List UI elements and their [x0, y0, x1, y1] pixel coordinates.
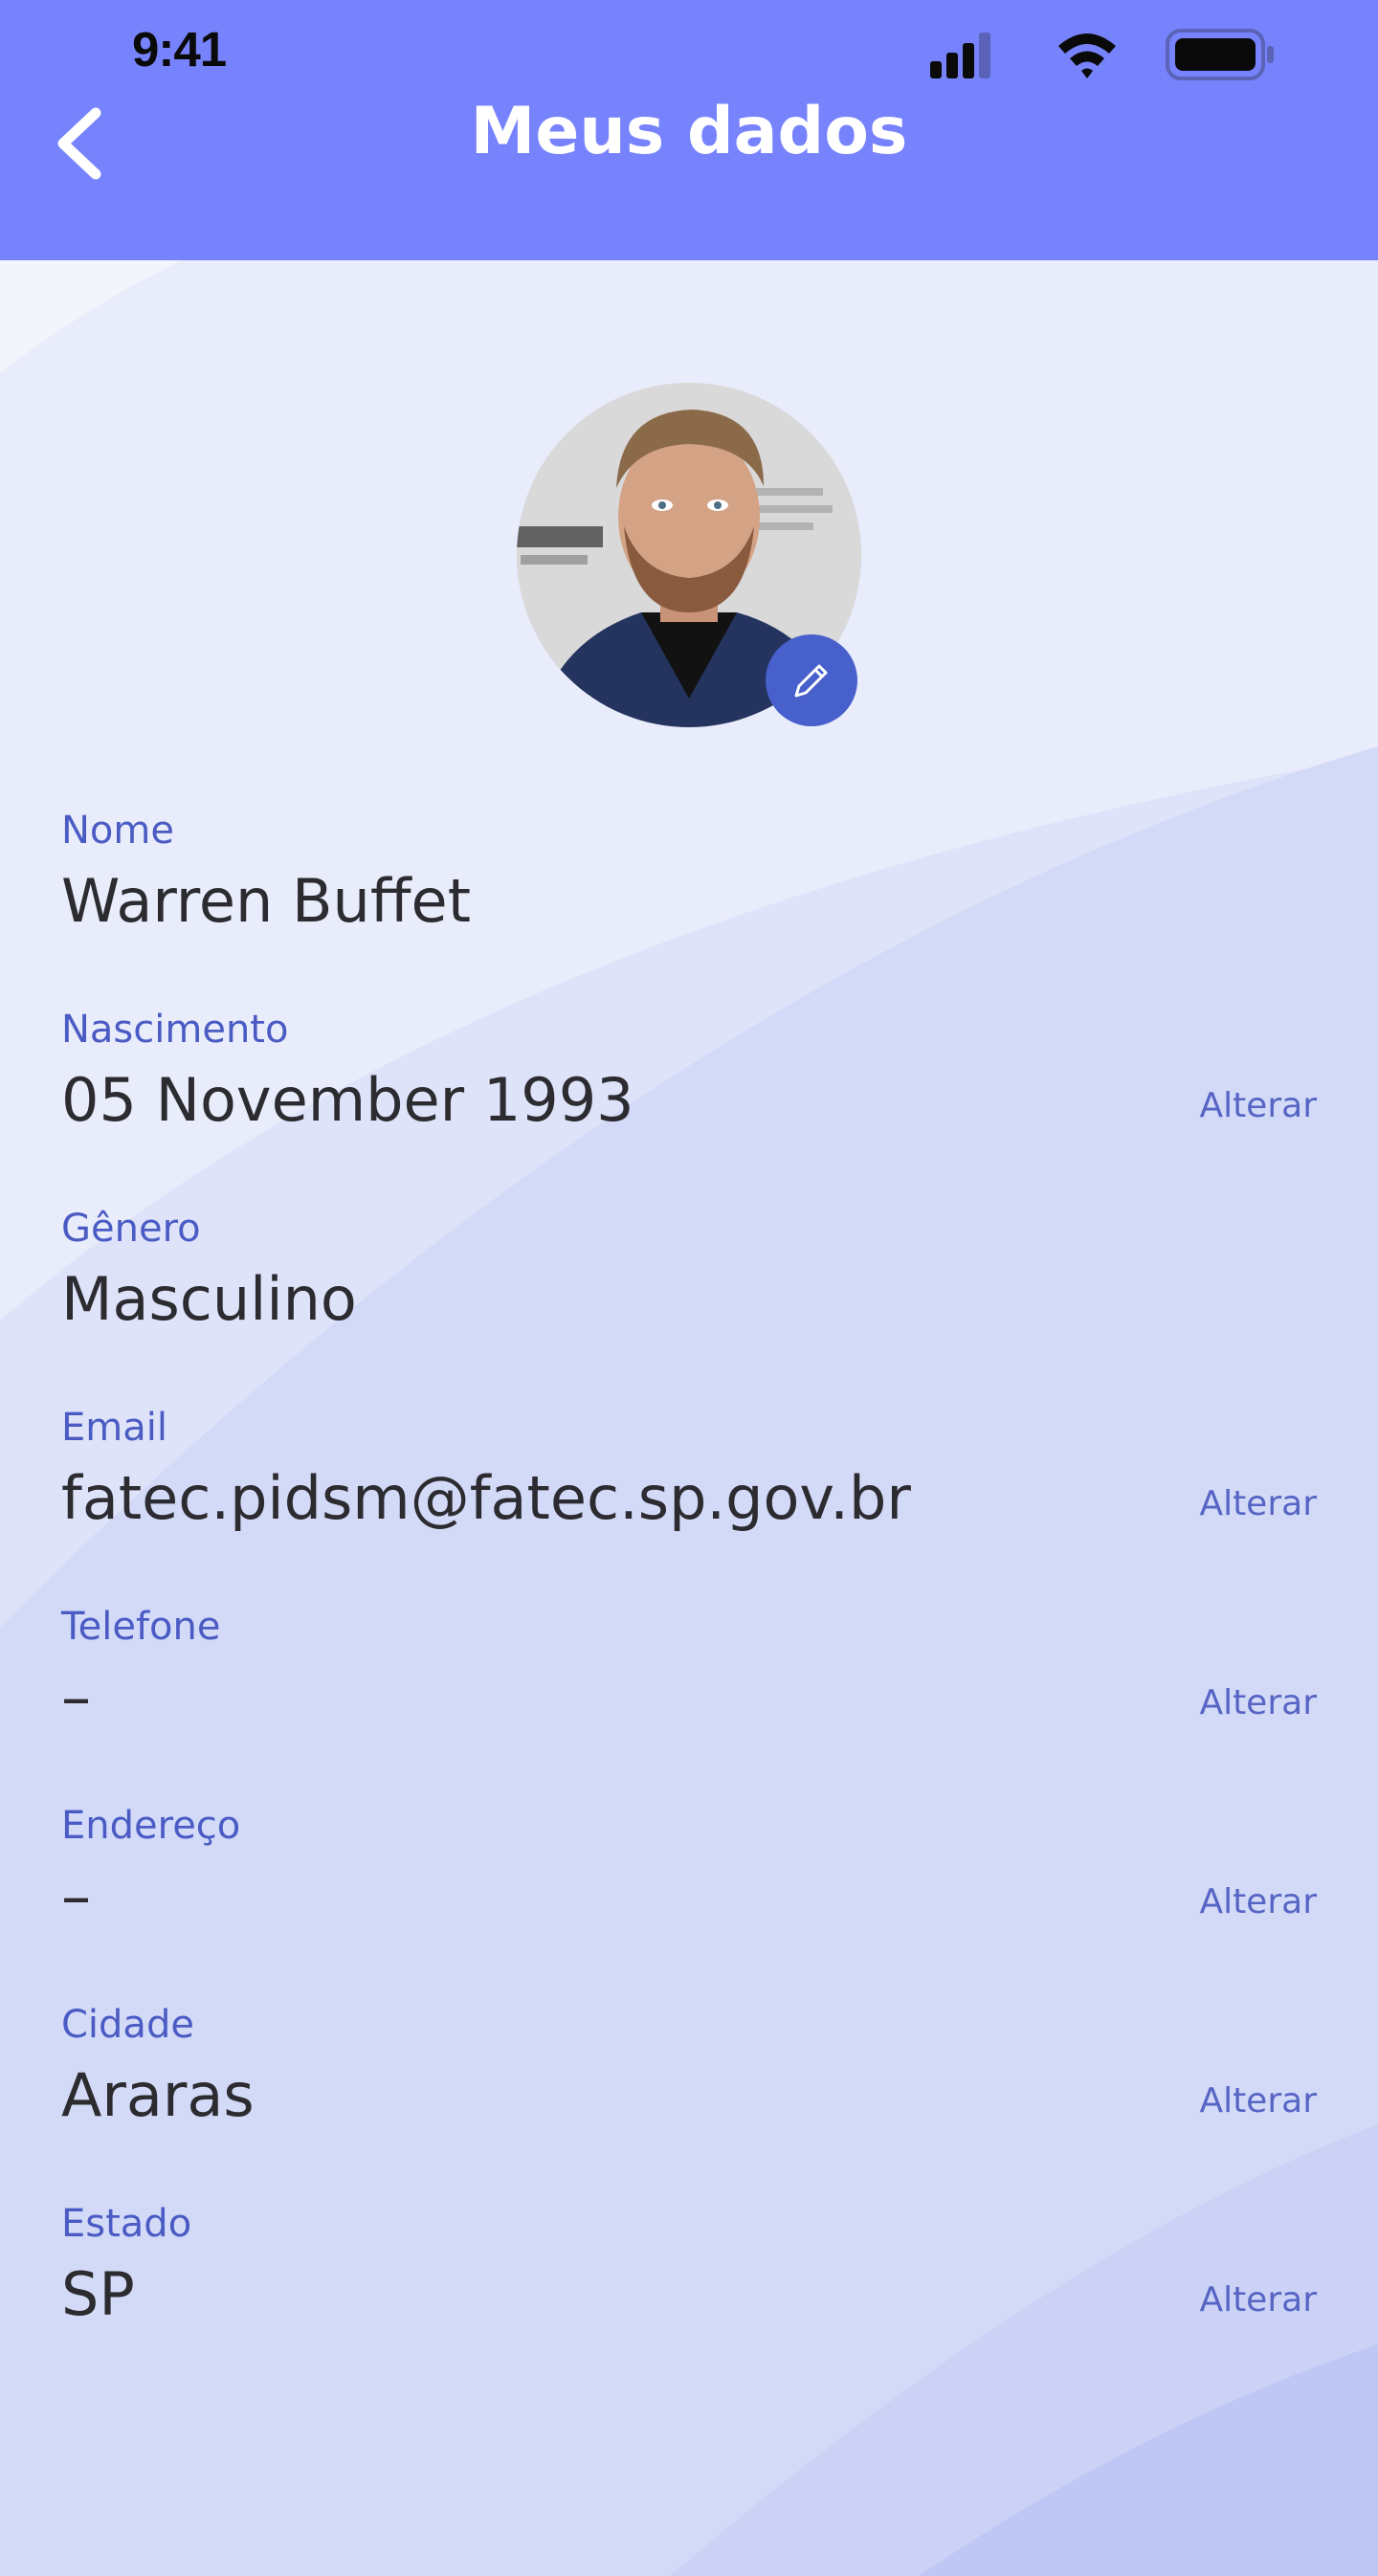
- status-time: 9:41: [132, 22, 227, 77]
- field-label: Nome: [61, 809, 174, 853]
- edit-photo-button[interactable]: [766, 634, 857, 726]
- field-genero: Gênero Masculino: [61, 1207, 1317, 1388]
- field-value: SP: [61, 2259, 135, 2329]
- alterar-nascimento-link[interactable]: Alterar: [1199, 1086, 1317, 1125]
- field-label: Email: [61, 1406, 167, 1450]
- field-estado: Estado SP Alterar: [61, 2202, 1317, 2384]
- status-icons: [930, 29, 1274, 80]
- field-telefone: Telefone – Alterar: [61, 1605, 1317, 1787]
- page-title: Meus dados: [470, 94, 908, 169]
- pencil-icon: [794, 664, 828, 698]
- field-cidade: Cidade Araras Alterar: [61, 2003, 1317, 2185]
- field-label: Gênero: [61, 1207, 201, 1251]
- field-label: Nascimento: [61, 1008, 289, 1052]
- field-value: fatec.pidsm@fatec.sp.gov.br: [61, 1463, 911, 1533]
- alterar-telefone-link[interactable]: Alterar: [1199, 1683, 1317, 1722]
- field-label: Telefone: [61, 1605, 221, 1649]
- wifi-icon: [1058, 33, 1116, 78]
- field-value: Warren Buffet: [61, 866, 472, 936]
- avatar-container: [517, 383, 861, 727]
- field-nome: Nome Warren Buffet: [61, 809, 1317, 990]
- field-label: Estado: [61, 2202, 192, 2246]
- field-value: 05 November 1993: [61, 1065, 634, 1135]
- field-label: Cidade: [61, 2003, 194, 2047]
- app-header: 9:41 Meus dados: [0, 0, 1378, 260]
- alterar-estado-link[interactable]: Alterar: [1199, 2280, 1317, 2320]
- field-label: Endereço: [61, 1804, 241, 1848]
- battery-icon: [1166, 29, 1274, 80]
- field-value: Araras: [61, 2060, 255, 2130]
- field-value: –: [61, 1662, 91, 1732]
- alterar-email-link[interactable]: Alterar: [1199, 1484, 1317, 1523]
- alterar-cidade-link[interactable]: Alterar: [1199, 2081, 1317, 2121]
- field-nascimento: Nascimento 05 November 1993 Alterar: [61, 1008, 1317, 1189]
- alterar-endereco-link[interactable]: Alterar: [1199, 1882, 1317, 1921]
- field-email: Email fatec.pidsm@fatec.sp.gov.br Altera…: [61, 1406, 1317, 1588]
- field-endereco: Endereço – Alterar: [61, 1804, 1317, 1986]
- field-value: –: [61, 1861, 91, 1931]
- field-value: Masculino: [61, 1264, 357, 1334]
- profile-screen: 9:41 Meus dados Nome Warren Buffet Nasci…: [0, 0, 1378, 2576]
- signal-icon: [930, 33, 990, 78]
